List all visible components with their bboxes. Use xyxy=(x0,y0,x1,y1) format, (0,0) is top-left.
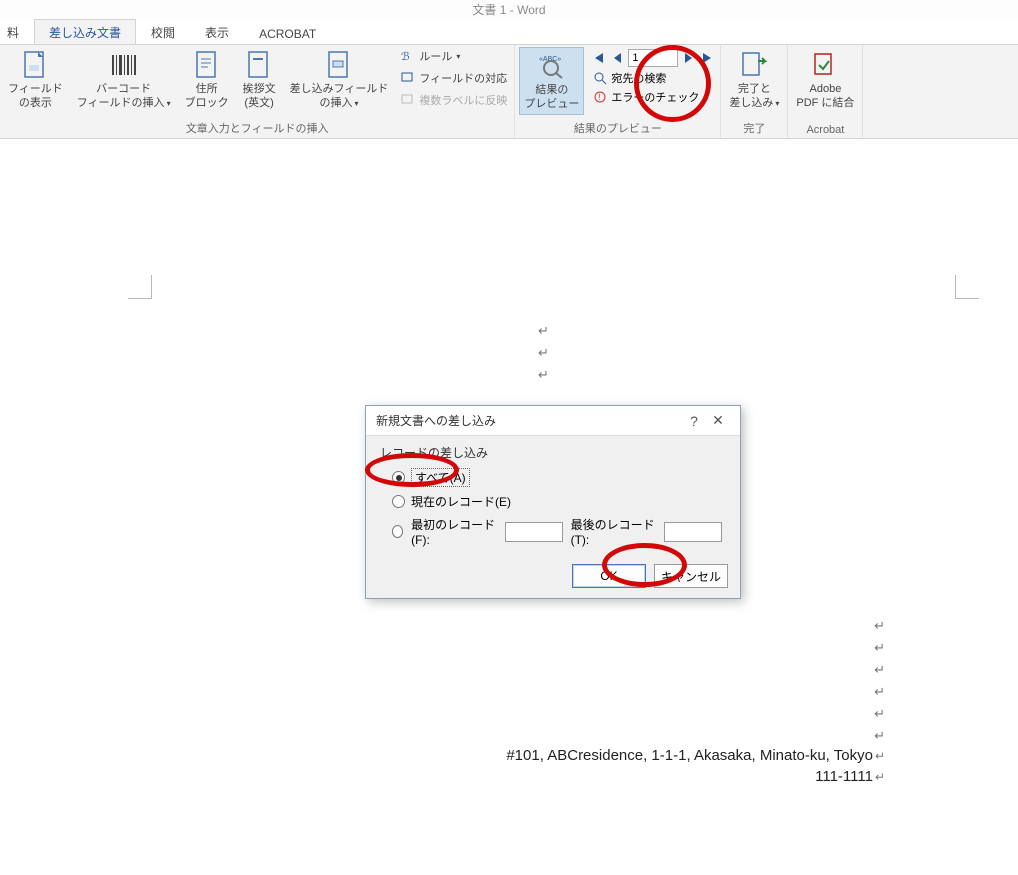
label: の挿入 xyxy=(319,97,352,111)
tab-acrobat[interactable]: ACROBAT xyxy=(244,22,331,44)
svg-text:!: ! xyxy=(598,92,601,102)
label: フィールドの対応 xyxy=(419,70,507,86)
search-icon xyxy=(593,71,607,85)
radio-all[interactable]: すべて(A) xyxy=(380,465,726,490)
match-fields-icon xyxy=(401,71,415,85)
insert-merge-field-button[interactable]: 差し込みフィールド の挿入▾ xyxy=(286,47,393,113)
radio-label: 現在のレコード(E) xyxy=(411,493,511,510)
label: (英文) xyxy=(244,97,273,111)
radio-current[interactable]: 現在のレコード(E) xyxy=(380,490,726,513)
magnifier-abc-icon: «ABC» xyxy=(536,50,568,82)
label: フィールド xyxy=(8,83,63,97)
prev-record-button[interactable] xyxy=(609,50,625,66)
tab-review[interactable]: 校閲 xyxy=(136,19,190,44)
ribbon-tabs: 料 差し込み文書 校閲 表示 ACROBAT xyxy=(0,20,1018,45)
preview-results-button[interactable]: «ABC» 結果の プレビュー xyxy=(519,47,584,115)
greeting-line-button[interactable]: 挨拶文 (英文) xyxy=(239,47,280,113)
label: 完了と xyxy=(738,83,771,97)
document-greeting-icon xyxy=(243,49,275,81)
page-corner xyxy=(955,275,979,299)
group-label-write-insert: 文章入力とフィールドの挿入 xyxy=(4,119,510,137)
radio-icon xyxy=(392,495,405,508)
document-text: #101, ABCresidence, 1-1-1, Akasaka, Mina… xyxy=(506,745,885,787)
document-arrow-icon xyxy=(738,49,770,81)
paragraph-marks: ↵↵↵↵↵↵ xyxy=(874,615,885,747)
label: 挨拶文 xyxy=(243,83,276,97)
page-corner xyxy=(128,275,152,299)
dialog-title: 新規文書への差し込み xyxy=(376,412,682,429)
ribbon: フィールド の表示 バーコード フィールドの挿入▾ xyxy=(0,45,1018,139)
svg-text:ℬ: ℬ xyxy=(401,51,410,63)
label: の表示 xyxy=(19,97,52,111)
address-block-button[interactable]: 住所 ブロック xyxy=(181,47,233,113)
document-lines-icon xyxy=(191,49,223,81)
group-label-finish: 完了 xyxy=(725,119,783,137)
label: Adobe xyxy=(810,83,842,97)
update-labels-icon xyxy=(401,93,415,107)
close-button[interactable]: ✕ xyxy=(706,412,730,429)
record-navigation xyxy=(590,49,716,67)
label: 差し込み xyxy=(729,97,773,111)
label: 複数ラベルに反映 xyxy=(419,92,507,108)
label: バーコード xyxy=(96,83,151,97)
pdf-icon xyxy=(809,49,841,81)
merge-to-new-document-dialog: 新規文書への差し込み ? ✕ レコードの差し込み すべて(A) 現在のレコード(… xyxy=(365,405,741,599)
label: フィールドの挿入 xyxy=(77,97,165,111)
error-check-icon: ! xyxy=(593,90,607,104)
record-number-input[interactable] xyxy=(628,49,678,67)
check-errors-button[interactable]: ! エラーのチェック xyxy=(590,89,716,105)
next-record-button[interactable] xyxy=(681,50,697,66)
update-labels-button: 複数ラベルに反映 xyxy=(398,91,510,109)
label: 結果の xyxy=(535,84,568,98)
group-label-acrobat: Acrobat xyxy=(792,123,858,137)
chevron-down-icon: ▾ xyxy=(167,99,171,109)
label: エラーのチェック xyxy=(611,89,699,105)
tab-view[interactable]: 表示 xyxy=(190,19,244,44)
from-label: 最初のレコード(F): xyxy=(411,516,496,547)
find-recipient-button[interactable]: 宛先の検索 xyxy=(590,70,716,86)
radio-icon xyxy=(392,525,403,538)
window-title: 文書 1 - Word xyxy=(0,0,1018,20)
group-label-preview: 結果のプレビュー xyxy=(519,119,716,137)
paragraph-marks: ↵↵↵ xyxy=(538,320,549,386)
tab-mailings[interactable]: 差し込み文書 xyxy=(34,19,136,44)
chevron-down-icon: ▾ xyxy=(775,99,779,109)
to-label: 最後のレコード(T): xyxy=(571,516,656,547)
label: ブロック xyxy=(185,97,229,111)
to-record-input[interactable] xyxy=(664,522,722,542)
dialog-group-label: レコードの差し込み xyxy=(380,444,726,461)
first-record-button[interactable] xyxy=(590,50,606,66)
cancel-button[interactable]: キャンセル xyxy=(654,564,728,588)
ok-button[interactable]: OK xyxy=(572,564,646,588)
label: 住所 xyxy=(196,83,218,97)
help-button[interactable]: ? xyxy=(682,413,706,429)
from-record-input[interactable] xyxy=(505,522,563,542)
merge-to-pdf-button[interactable]: Adobe PDF に結合 xyxy=(792,47,858,113)
tab-partial[interactable]: 料 xyxy=(0,19,34,44)
chevron-down-icon: ▾ xyxy=(456,52,460,61)
finish-merge-button[interactable]: 完了と 差し込み▾ xyxy=(725,47,783,113)
rules-icon: ℬ xyxy=(401,49,415,63)
barcode-icon xyxy=(108,49,140,81)
barcode-field-button[interactable]: バーコード フィールドの挿入▾ xyxy=(73,47,175,113)
radio-label: すべて(A) xyxy=(411,468,470,487)
radio-icon xyxy=(392,471,405,484)
label: PDF に結合 xyxy=(796,97,854,111)
label: 宛先の検索 xyxy=(611,70,666,86)
label: ルール xyxy=(419,48,452,64)
highlight-merge-fields-button[interactable]: フィールド の表示 xyxy=(4,47,67,113)
match-fields-button[interactable]: フィールドの対応 xyxy=(398,69,510,87)
chevron-down-icon: ▾ xyxy=(354,99,358,109)
label: 差し込みフィールド xyxy=(290,83,389,97)
document-icon xyxy=(19,49,51,81)
rules-button[interactable]: ℬ ルール ▾ xyxy=(398,47,510,65)
last-record-button[interactable] xyxy=(700,50,716,66)
label: プレビュー xyxy=(524,98,579,112)
document-field-icon xyxy=(323,49,355,81)
